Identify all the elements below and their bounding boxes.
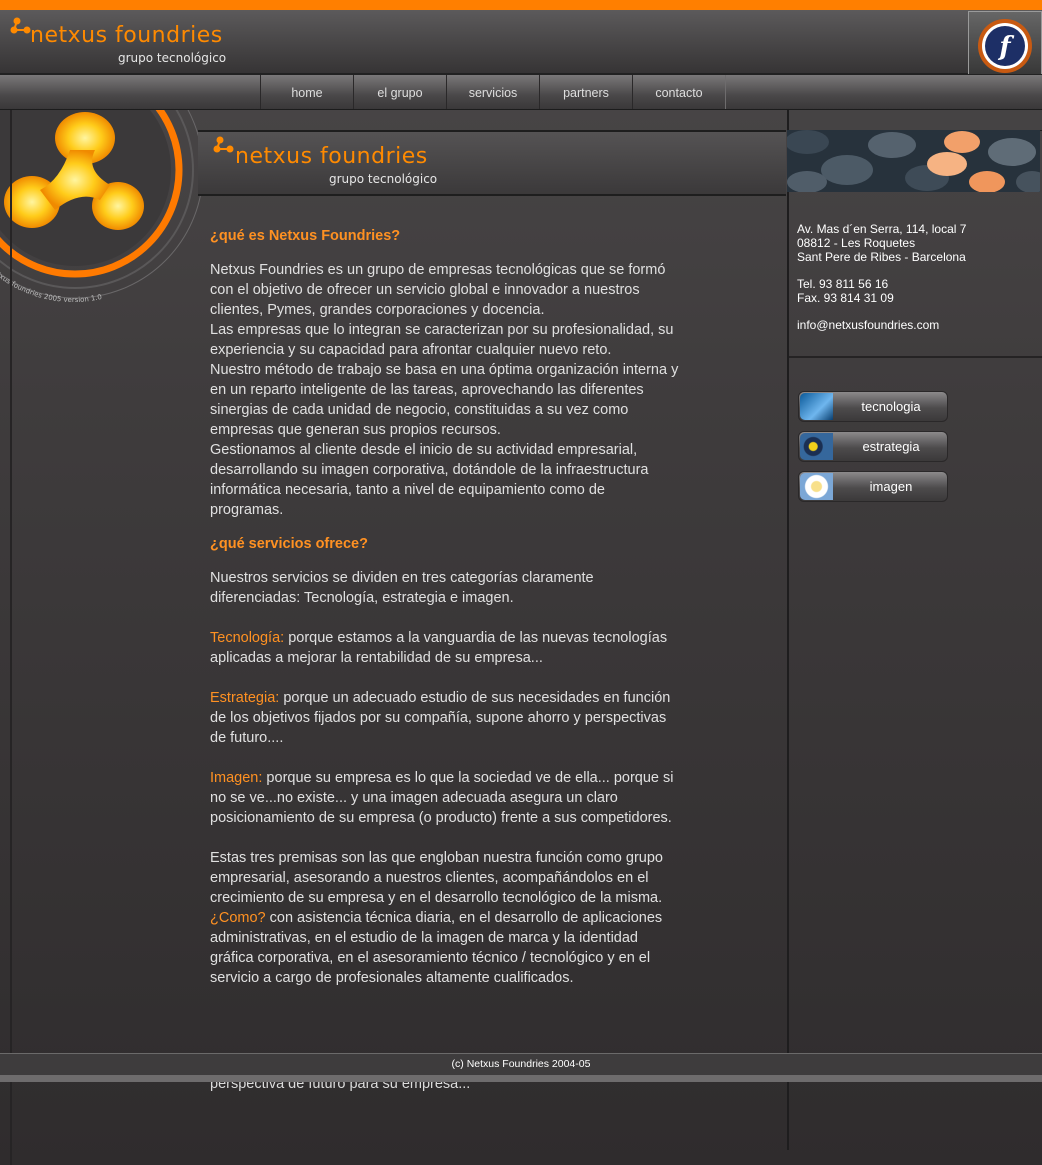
side-button-label: imagen — [869, 479, 913, 494]
nav-item-el-grupo[interactable]: el grupo — [353, 75, 447, 109]
header-logo-text[interactable]: netxus foundries — [30, 24, 223, 48]
estrategia-owl-thumbnail — [800, 433, 833, 460]
flash-logo-icon: f — [978, 19, 1032, 73]
fax: Fax. 93 814 31 09 — [797, 291, 894, 305]
side-button-label: tecnologia — [861, 399, 921, 414]
service-imagen: Imagen: porque su empresa es lo que la s… — [210, 768, 680, 828]
intro-paragraph-3: Nuestro método de trabajo se basa en una… — [210, 362, 679, 438]
overflow-text-line: perspectiva de futuro para su empresa... — [210, 1082, 471, 1092]
intro-paragraph-1: Netxus Foundries es un grupo de empresas… — [210, 262, 666, 318]
content-logo-tagline: grupo tecnológico — [329, 172, 438, 186]
service-estrategia-text: porque un adecuado estudio de sus necesi… — [210, 690, 671, 746]
content-header-bar: netxus foundries grupo tecnológico — [198, 130, 786, 196]
flash-plugin-box[interactable]: f — [968, 11, 1042, 82]
logo-molecule-icon — [10, 17, 31, 34]
top-accent-bar — [0, 0, 1042, 10]
side-button-label: estrategia — [862, 439, 920, 454]
services-intro: Nuestros servicios se dividen en tres ca… — [210, 570, 594, 606]
address-line-3: Sant Pere de Ribes - Barcelona — [797, 250, 966, 264]
address-line-1: Av. Mas d´en Serra, 114, local 7 — [797, 222, 967, 236]
left-border-line — [10, 110, 12, 1165]
main-content: ¿qué es Netxus Foundries? Netxus Foundri… — [210, 226, 680, 988]
address-line-2: 08812 - Les Roquetes — [797, 236, 916, 250]
footer-bar: (c) Netxus Foundries 2004-05 — [0, 1053, 1042, 1076]
main-navigation: home el grupo servicios partners contact… — [0, 74, 1042, 110]
como-text: con asistencia técnica diaria, en el des… — [210, 910, 663, 986]
nav-item-home[interactable]: home — [260, 75, 354, 109]
footer-copyright: (c) Netxus Foundries 2004-05 — [451, 1058, 591, 1070]
nav-item-partners[interactable]: partners — [539, 75, 633, 109]
email-link[interactable]: info@netxusfoundries.com — [797, 318, 1037, 332]
right-column-top — [789, 110, 1042, 131]
stones-image — [787, 130, 1040, 192]
nav-item-servicios[interactable]: servicios — [446, 75, 540, 109]
site-header: netxus foundries grupo tecnológico f — [0, 10, 1042, 82]
service-imagen-label: Imagen: — [210, 770, 263, 786]
service-estrategia: Estrategia: porque un adecuado estudio d… — [210, 688, 680, 748]
netxus-emblem-graphic: netxus foundries 2005 version 1.0 — [0, 110, 204, 304]
contact-info: Av. Mas d´en Serra, 114, local 7 08812 -… — [797, 222, 1037, 332]
content-logo-text: netxus foundries — [235, 144, 428, 169]
contact-separator — [789, 356, 1042, 358]
telephone: Tel. 93 811 56 16 — [797, 277, 889, 291]
overflow-text-fragment: perspectiva de futuro para su empresa... — [210, 1082, 680, 1092]
right-column-border — [787, 110, 789, 1150]
tecnologia-thumbnail — [800, 393, 833, 420]
intro-paragraph-4: Gestionamos al cliente desde el inicio d… — [210, 442, 649, 518]
como-label: ¿Como? — [210, 910, 266, 926]
side-button-imagen[interactable]: imagen — [798, 471, 948, 502]
heading-que-es: ¿qué es Netxus Foundries? — [210, 228, 401, 244]
footer-stripe — [0, 1075, 1042, 1082]
service-tecnologia-label: Tecnología: — [210, 630, 285, 646]
imagen-flower-thumbnail — [800, 473, 833, 500]
como-paragraph: ¿Como? con asistencia técnica diaria, en… — [210, 908, 680, 988]
side-button-estrategia[interactable]: estrategia — [798, 431, 948, 462]
premisas-paragraph: Estas tres premisas son las que engloban… — [210, 850, 663, 906]
heading-servicios: ¿qué servicios ofrece? — [210, 536, 368, 552]
side-button-tecnologia[interactable]: tecnologia — [798, 391, 948, 422]
nav-item-contacto[interactable]: contacto — [632, 75, 726, 109]
service-estrategia-label: Estrategia: — [210, 690, 280, 706]
service-tecnologia: Tecnología: porque estamos a la vanguard… — [210, 628, 680, 668]
content-logo-molecule-icon — [213, 136, 234, 153]
intro-paragraph-2: Las empresas que lo integran se caracter… — [210, 322, 674, 358]
header-logo-tagline: grupo tecnológico — [118, 51, 227, 65]
service-imagen-text: porque su empresa es lo que la sociedad … — [210, 770, 674, 826]
